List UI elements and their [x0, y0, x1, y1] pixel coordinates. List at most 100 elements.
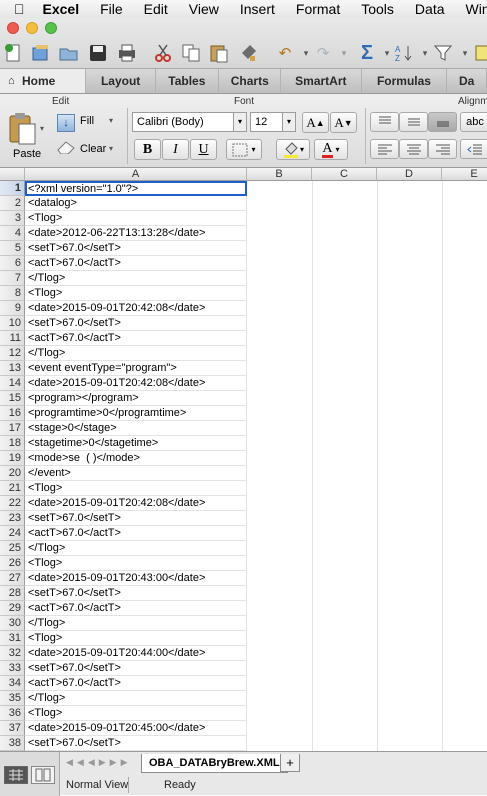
cell[interactable]: <actT>67.0</actT>	[25, 601, 247, 616]
menu-edit[interactable]: Edit	[144, 1, 168, 17]
print-icon[interactable]	[116, 42, 138, 64]
cell[interactable]: <stage>0</stage>	[25, 421, 247, 436]
cell[interactable]: <date>2012-06-22T13:13:28</date>	[25, 226, 247, 241]
font-size-select[interactable]: 12 ▾	[250, 112, 296, 132]
align-bottom-button[interactable]	[428, 112, 457, 132]
row-header[interactable]: 26	[0, 556, 25, 571]
cell-a1-selected[interactable]: <?xml version="1.0"?>	[25, 181, 247, 196]
row-header[interactable]: 25	[0, 541, 25, 556]
clear-label[interactable]: Clear	[80, 143, 106, 155]
cell[interactable]: <actT>67.0</actT>	[25, 256, 247, 271]
row-header[interactable]: 4	[0, 226, 25, 241]
row-header[interactable]: 19	[0, 451, 25, 466]
cell[interactable]: </event>	[25, 466, 247, 481]
cell[interactable]: </Tlog>	[25, 616, 247, 631]
row-header[interactable]: 8	[0, 286, 25, 301]
sort-icon[interactable]: AZ	[393, 42, 415, 64]
bold-button[interactable]: B	[134, 139, 161, 160]
copy-icon[interactable]	[180, 42, 202, 64]
row-header[interactable]: 29	[0, 601, 25, 616]
row-header[interactable]: 9	[0, 301, 25, 316]
close-window-icon[interactable]	[7, 22, 19, 34]
clear-eraser-icon[interactable]	[56, 140, 76, 154]
row-header[interactable]: 7	[0, 271, 25, 286]
cell[interactable]: </Tlog>	[25, 271, 247, 286]
cell[interactable]: <mode>se ( )</mode>	[25, 451, 247, 466]
row-header[interactable]: 3	[0, 211, 25, 226]
increase-font-button[interactable]: A▲	[302, 112, 329, 133]
select-all-corner[interactable]	[0, 168, 25, 181]
filter-icon[interactable]	[432, 42, 454, 64]
fill-dropdown-icon[interactable]: ▾	[109, 116, 113, 125]
save-icon[interactable]	[87, 42, 109, 64]
paste-toolbar-icon[interactable]	[208, 42, 230, 64]
cell[interactable]: <date>2015-09-01T20:42:08</date>	[25, 301, 247, 316]
paste-button[interactable]	[6, 112, 42, 148]
add-sheet-button[interactable]: +	[280, 754, 300, 772]
menu-insert[interactable]: Insert	[240, 1, 275, 17]
menu-view[interactable]: View	[189, 1, 219, 17]
cell[interactable]: <setT>67.0</setT>	[25, 511, 247, 526]
row-header[interactable]: 22	[0, 496, 25, 511]
row-header[interactable]: 13	[0, 361, 25, 376]
fill-label[interactable]: Fill	[80, 115, 94, 127]
apple-icon[interactable]: 	[14, 1, 25, 17]
cell[interactable]: <setT>67.0</setT>	[25, 241, 247, 256]
cell[interactable]: <date>2015-09-01T20:42:08</date>	[25, 376, 247, 391]
redo-dropdown-icon[interactable]: ▾	[333, 42, 355, 64]
menu-data[interactable]: Data	[415, 1, 445, 17]
clear-dropdown-icon[interactable]: ▾	[109, 144, 113, 153]
cell[interactable]: <Tlog>	[25, 286, 247, 301]
tab-home[interactable]: ⌂ Home	[0, 69, 86, 94]
tab-tables[interactable]: Tables	[156, 69, 219, 94]
borders-button[interactable]: ▾	[226, 139, 262, 160]
row-header[interactable]: 15	[0, 391, 25, 406]
cell[interactable]: </Tlog>	[25, 541, 247, 556]
align-right-button[interactable]	[428, 139, 457, 159]
column-header-b[interactable]: B	[247, 168, 312, 181]
row-header[interactable]: 17	[0, 421, 25, 436]
row-header[interactable]: 24	[0, 526, 25, 541]
decrease-font-button[interactable]: A▼	[330, 112, 357, 133]
fill-color-button[interactable]: ▾	[276, 139, 310, 160]
cell[interactable]: <setT>67.0</setT>	[25, 586, 247, 601]
tab-layout[interactable]: Layout	[86, 69, 156, 94]
align-left-button[interactable]	[370, 139, 399, 159]
cell[interactable]: <date>2015-09-01T20:44:00</date>	[25, 646, 247, 661]
autosum-icon[interactable]: Σ	[356, 42, 378, 64]
cell[interactable]: <Tlog>	[25, 556, 247, 571]
row-header[interactable]: 16	[0, 406, 25, 421]
font-name-dropdown-icon[interactable]: ▾	[233, 113, 246, 131]
templates-icon[interactable]	[30, 42, 52, 64]
cell[interactable]: <setT>67.0</setT>	[25, 661, 247, 676]
align-middle-button[interactable]	[399, 112, 428, 132]
cell[interactable]: <Tlog>	[25, 706, 247, 721]
cell[interactable]: <setT>67.0</setT>	[25, 736, 247, 751]
row-header[interactable]: 10	[0, 316, 25, 331]
row-header[interactable]: 34	[0, 676, 25, 691]
cell[interactable]: <program></program>	[25, 391, 247, 406]
cell[interactable]: <date>2015-09-01T20:43:00</date>	[25, 571, 247, 586]
cut-icon[interactable]	[152, 42, 174, 64]
row-header[interactable]: 14	[0, 376, 25, 391]
redo-icon[interactable]: ↷	[312, 42, 334, 64]
cell[interactable]: <Tlog>	[25, 631, 247, 646]
menu-file[interactable]: File	[100, 1, 123, 17]
column-header-e[interactable]: E	[442, 168, 487, 181]
undo-icon[interactable]: ↶	[274, 42, 296, 64]
cell[interactable]: <Tlog>	[25, 211, 247, 226]
tab-smartart[interactable]: SmartArt	[281, 69, 362, 94]
cell[interactable]: <Tlog>	[25, 481, 247, 496]
row-header[interactable]: 31	[0, 631, 25, 646]
row-header[interactable]: 28	[0, 586, 25, 601]
row-header[interactable]: 38	[0, 736, 25, 751]
row-header[interactable]: 32	[0, 646, 25, 661]
cell[interactable]: <actT>67.0</actT>	[25, 331, 247, 346]
new-document-icon[interactable]	[2, 42, 24, 64]
cell[interactable]: <date>2015-09-01T20:42:08</date>	[25, 496, 247, 511]
row-header[interactable]: 23	[0, 511, 25, 526]
cell[interactable]: <stagetime>0</stagetime>	[25, 436, 247, 451]
row-header[interactable]: 27	[0, 571, 25, 586]
format-painter-icon[interactable]	[238, 42, 260, 64]
cell[interactable]: <programtime>0</programtime>	[25, 406, 247, 421]
